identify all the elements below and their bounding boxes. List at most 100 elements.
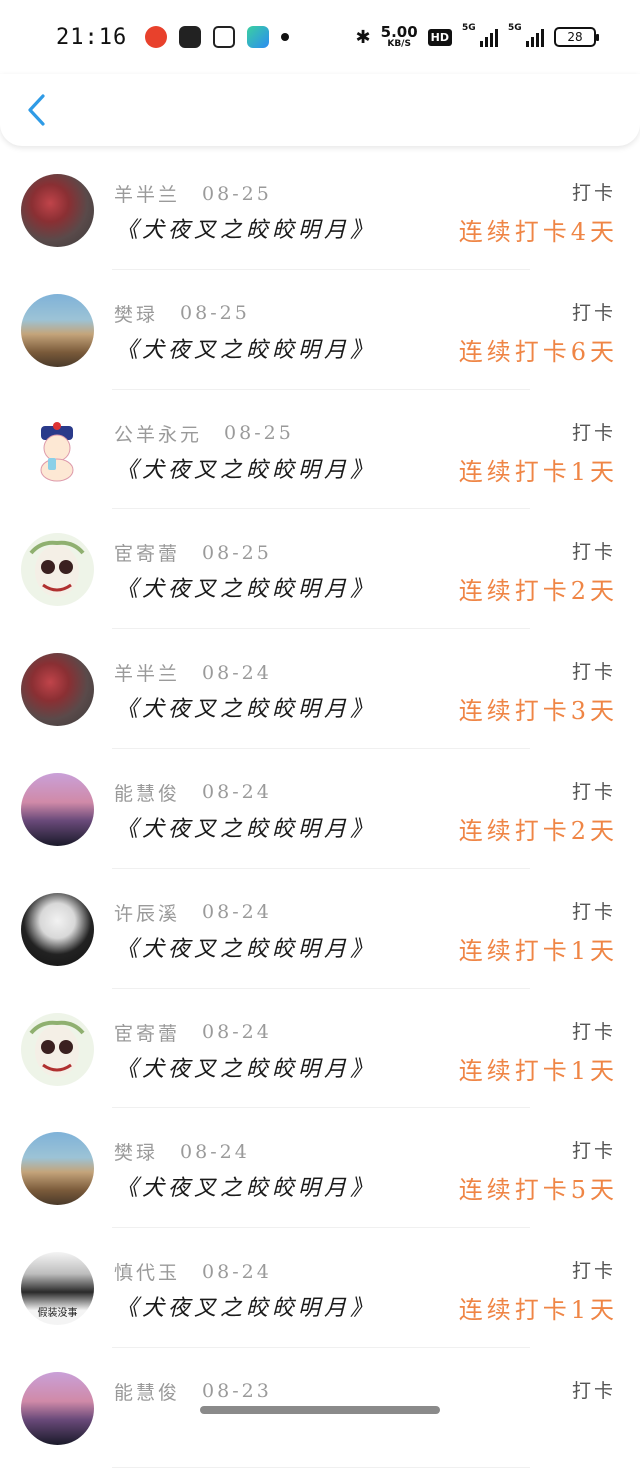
streak-label: 连续打卡1天 [458, 1296, 618, 1325]
book-title: 《犬夜叉之皎皎明月》 [116, 457, 377, 483]
user-name: 宦寄蕾 [114, 543, 181, 566]
user-name: 羊半兰 [114, 663, 181, 686]
battery-icon: 28 [554, 27, 599, 47]
avatar[interactable] [21, 293, 94, 367]
checkin-date: 08-24 [202, 661, 272, 684]
streak-label: 连续打卡6天 [458, 337, 618, 366]
battery-level: 28 [567, 30, 583, 44]
checkin-item[interactable]: 宦寄蕾 08-24 《犬夜叉之皎皎明月》 打卡 连续打卡1天 [0, 989, 640, 1109]
signal-1-icon: 5G [462, 23, 498, 47]
status-time: 21:16 [56, 24, 128, 50]
checkin-date: 08-25 [202, 182, 272, 205]
user-name: 樊琭 [114, 1142, 159, 1165]
cartoon-avatar-icon [40, 421, 74, 482]
checkin-item[interactable]: 樊琭 08-25 《犬夜叉之皎皎明月》 打卡 连续打卡6天 [0, 270, 640, 390]
checkin-date: 08-24 [202, 781, 272, 804]
streak-label: 连续打卡1天 [458, 457, 618, 486]
checkin-item[interactable]: 假装没事 慎代玉 08-24 《犬夜叉之皎皎明月》 打卡 连续打卡1天 [0, 1228, 640, 1348]
avatar[interactable] [21, 772, 94, 846]
book-title: 《犬夜叉之皎皎明月》 [116, 936, 377, 962]
app-notification-icon [145, 26, 168, 48]
checkin-type-label: 打卡 [571, 1379, 616, 1402]
checkin-date: 08-25 [202, 541, 272, 564]
top-navigation-bar [0, 74, 640, 146]
checkin-item[interactable]: 羊半兰 08-25 《犬夜叉之皎皎明月》 打卡 连续打卡4天 [0, 150, 640, 270]
user-name: 许辰溪 [114, 902, 181, 925]
system-indicators: ✱ 5.00 KB/S HD 5G 5G 28 [355, 23, 599, 49]
user-name: 樊琭 [114, 303, 159, 326]
skull-avatar-icon [29, 541, 85, 598]
checkin-type-label: 打卡 [571, 421, 616, 444]
book-title: 《犬夜叉之皎皎明月》 [116, 218, 377, 243]
checkin-date: 08-25 [224, 422, 294, 445]
avatar[interactable] [21, 1371, 94, 1445]
video-app-icon [247, 26, 270, 48]
streak-label: 连续打卡1天 [458, 936, 618, 965]
home-indicator[interactable] [200, 1406, 440, 1414]
book-title: 《犬夜叉之皎皎明月》 [116, 1176, 377, 1202]
checkin-item[interactable]: 许辰溪 08-24 《犬夜叉之皎皎明月》 打卡 连续打卡1天 [0, 869, 640, 989]
avatar-caption: 假装没事 [37, 1308, 78, 1320]
avatar[interactable] [21, 1132, 94, 1206]
network-2-label: 5G [508, 23, 522, 33]
book-title: 《犬夜叉之皎皎明月》 [116, 337, 377, 363]
back-button[interactable] [22, 92, 50, 128]
checkin-type-label: 打卡 [571, 1140, 616, 1163]
checkin-type-label: 打卡 [571, 541, 616, 564]
user-name: 能慧俊 [114, 1381, 181, 1404]
checkin-item[interactable]: 公羊永元 08-25 《犬夜叉之皎皎明月》 打卡 连续打卡1天 [0, 390, 640, 510]
avatar[interactable] [21, 413, 94, 487]
streak-label: 连续打卡1天 [458, 1056, 618, 1085]
checkin-date: 08-24 [202, 1260, 272, 1283]
checkin-date: 08-24 [202, 1021, 272, 1044]
avatar[interactable]: 假装没事 [21, 1252, 94, 1326]
checkin-type-label: 打卡 [571, 1020, 616, 1043]
tv-app-icon [213, 26, 236, 48]
user-name: 宦寄蕾 [114, 1022, 181, 1045]
avatar[interactable] [21, 653, 94, 727]
streak-label: 连续打卡3天 [458, 697, 618, 726]
checkin-item[interactable]: 宦寄蕾 08-25 《犬夜叉之皎皎明月》 打卡 连续打卡2天 [0, 509, 640, 629]
checkin-type-label: 打卡 [571, 900, 616, 923]
streak-label: 连续打卡2天 [458, 816, 618, 845]
skull-avatar-icon [29, 1020, 85, 1077]
more-notifications-dot-icon [281, 33, 290, 41]
book-title: 《犬夜叉之皎皎明月》 [116, 697, 377, 723]
signal-2-icon: 5G [508, 23, 544, 47]
checkin-list: 羊半兰 08-25 《犬夜叉之皎皎明月》 打卡 连续打卡4天 樊琭 08-25 … [0, 150, 640, 1468]
hd-voice-badge: HD [427, 28, 452, 46]
checkin-type-label: 打卡 [571, 780, 616, 803]
checkin-item[interactable]: 樊琭 08-24 《犬夜叉之皎皎明月》 打卡 连续打卡5天 [0, 1108, 640, 1228]
user-name: 能慧俊 [114, 782, 181, 805]
checkin-date: 08-24 [202, 901, 272, 924]
book-title: 《犬夜叉之皎皎明月》 [116, 816, 377, 842]
streak-label: 连续打卡2天 [458, 577, 618, 606]
avatar[interactable] [21, 533, 94, 607]
avatar[interactable] [21, 1012, 94, 1086]
book-title: 《犬夜叉之皎皎明月》 [116, 1296, 377, 1322]
user-name: 公羊永元 [114, 423, 203, 446]
network-speed: 5.00 KB/S [381, 25, 418, 49]
network-speed-value: 5.00 [380, 23, 418, 41]
checkin-type-label: 打卡 [571, 1260, 616, 1283]
user-name: 羊半兰 [114, 184, 181, 206]
chevron-left-icon [28, 94, 45, 126]
bluetooth-icon: ✱ [355, 26, 371, 48]
checkin-item[interactable]: 羊半兰 08-24 《犬夜叉之皎皎明月》 打卡 连续打卡3天 [0, 629, 640, 749]
notification-icons [145, 26, 290, 48]
checkin-date: 08-23 [202, 1380, 272, 1403]
user-name: 慎代玉 [114, 1262, 181, 1285]
checkin-date: 08-25 [180, 302, 250, 325]
book-title: 《犬夜叉之皎皎明月》 [116, 1056, 377, 1082]
network-1-label: 5G [462, 23, 476, 33]
checkin-date: 08-24 [180, 1140, 250, 1163]
avatar[interactable] [21, 174, 94, 247]
checkin-item[interactable]: 能慧俊 08-24 《犬夜叉之皎皎明月》 打卡 连续打卡2天 [0, 749, 640, 869]
book-title: 《犬夜叉之皎皎明月》 [116, 577, 377, 603]
network-speed-unit: KB/S [387, 39, 411, 49]
status-bar: 21:16 ✱ 5.00 KB/S HD 5G 5G 28 [0, 0, 640, 74]
game-app-icon [179, 26, 202, 48]
streak-label: 连续打卡4天 [458, 218, 618, 246]
avatar[interactable] [21, 892, 94, 966]
checkin-type-label: 打卡 [571, 182, 616, 204]
